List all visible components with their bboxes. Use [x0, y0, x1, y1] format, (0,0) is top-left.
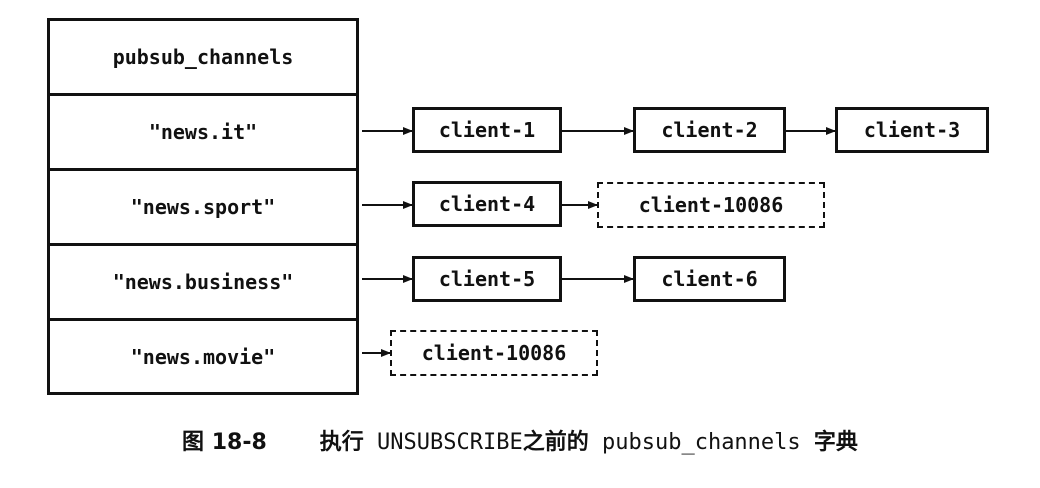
- client-node: client-3: [835, 107, 989, 153]
- client-node: client-4: [412, 181, 562, 227]
- caption-command: UNSUBSCRIBE: [377, 430, 523, 455]
- arrows: [362, 127, 836, 357]
- caption-dict-name: pubsub_channels: [601, 430, 801, 455]
- caption-text: 字典: [813, 430, 858, 455]
- client-node: client-6: [633, 256, 786, 302]
- client-node: client-2: [633, 107, 786, 153]
- caption-text: 执行: [319, 430, 364, 455]
- client-node: client-1: [412, 107, 562, 153]
- client-node-dashed: client-10086: [390, 330, 598, 376]
- figure-number: 图 18-8: [182, 430, 267, 455]
- client-node-dashed: client-10086: [597, 182, 825, 228]
- figure-caption: 图 18-8 执行 UNSUBSCRIBE之前的 pubsub_channels…: [0, 424, 1040, 456]
- client-node: client-5: [412, 256, 562, 302]
- caption-text: 之前的: [522, 430, 589, 455]
